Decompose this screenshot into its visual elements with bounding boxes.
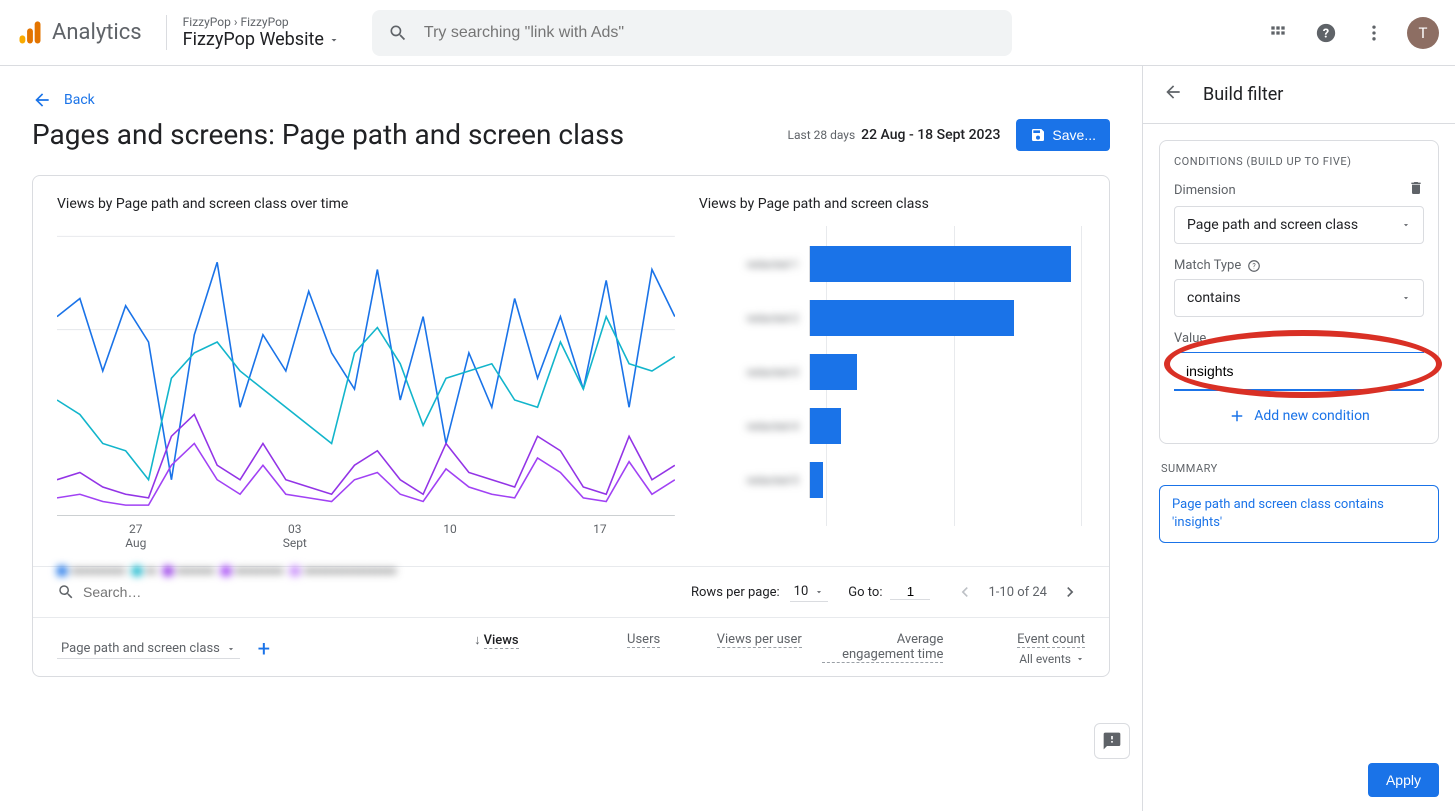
back-link[interactable]: Back	[32, 90, 95, 110]
help-icon[interactable]: ?	[1247, 259, 1261, 273]
caret-down-icon	[1401, 293, 1411, 303]
search-icon	[388, 23, 408, 43]
column-event-count[interactable]: Event count All events	[963, 632, 1085, 666]
avatar[interactable]: T	[1407, 17, 1439, 49]
column-views-per-user[interactable]: Views per user	[680, 632, 802, 666]
delete-condition-button[interactable]	[1408, 180, 1424, 200]
analytics-logo-icon	[16, 19, 44, 47]
column-users[interactable]: Users	[539, 632, 661, 666]
column-avg-engagement[interactable]: Average engagement time	[822, 632, 944, 666]
property-selector[interactable]: FizzyPop Website	[183, 29, 340, 50]
line-chart-legend: xxxxxxxxxx xx xxxxxxx xxxxxxxxx xxxxxxxx…	[57, 564, 675, 577]
goto-input[interactable]	[890, 584, 930, 600]
feedback-icon	[1102, 731, 1122, 751]
column-views[interactable]: ↓Views	[397, 632, 519, 666]
bar-chart-title: Views by Page path and screen class	[699, 196, 1085, 212]
breadcrumb[interactable]: FizzyPop › FizzyPop	[183, 15, 340, 29]
match-type-select[interactable]: contains	[1174, 279, 1424, 317]
arrow-left-icon	[1163, 82, 1183, 102]
panel-title: Build filter	[1203, 84, 1283, 105]
bar-row: redacted-3	[699, 354, 1085, 390]
arrow-left-icon	[32, 90, 52, 110]
bar-row: redacted-5	[699, 462, 1085, 498]
save-icon	[1030, 127, 1046, 143]
plus-icon	[1228, 407, 1246, 425]
svg-text:?: ?	[1323, 26, 1329, 41]
bar-row: redacted-1	[699, 246, 1085, 282]
next-page-button[interactable]	[1055, 577, 1085, 607]
more-vert-icon[interactable]	[1359, 18, 1389, 48]
match-type-label: Match Type	[1174, 258, 1241, 273]
conditions-title: Conditions (build up to five)	[1174, 155, 1424, 168]
bar-row: redacted-2	[699, 300, 1085, 336]
dimension-selector[interactable]: Page path and screen class	[57, 639, 240, 659]
summary-label: Summary	[1161, 462, 1437, 475]
rows-per-page-label: Rows per page:	[691, 585, 780, 600]
prev-page-button[interactable]	[950, 577, 980, 607]
caret-down-icon	[1075, 654, 1085, 664]
feedback-button[interactable]	[1094, 723, 1130, 759]
panel-back-button[interactable]	[1163, 82, 1183, 107]
value-input[interactable]	[1174, 352, 1424, 391]
event-count-filter[interactable]: All events	[963, 652, 1085, 666]
apply-button[interactable]: Apply	[1368, 763, 1439, 797]
dimension-label: Dimension	[1174, 183, 1236, 198]
add-dimension-button[interactable]: +	[250, 635, 278, 663]
save-button[interactable]: Save...	[1016, 119, 1110, 151]
search-input[interactable]	[424, 24, 996, 42]
caret-down-icon	[226, 644, 236, 654]
bar-chart: redacted-1 redacted-2 redacted-3 redacted-4…	[699, 226, 1085, 516]
search-box[interactable]	[372, 10, 1012, 56]
pager-text: 1-10 of 24	[988, 585, 1047, 600]
caret-down-icon	[814, 587, 824, 597]
table-search-input[interactable]	[83, 584, 264, 600]
summary-chip[interactable]: Page path and screen class contains 'ins…	[1159, 485, 1439, 543]
search-icon	[57, 583, 75, 601]
bar-row: redacted-4	[699, 408, 1085, 444]
goto-label: Go to:	[848, 585, 882, 600]
add-condition-button[interactable]: Add new condition	[1174, 397, 1424, 425]
line-chart	[57, 226, 675, 516]
help-icon[interactable]: ?	[1311, 18, 1341, 48]
caret-down-icon	[328, 34, 340, 46]
rows-per-page-select[interactable]: 10	[790, 582, 829, 602]
dimension-select[interactable]: Page path and screen class	[1174, 206, 1424, 244]
value-label: Value	[1174, 331, 1206, 346]
apps-icon[interactable]	[1263, 18, 1293, 48]
svg-text:?: ?	[1253, 262, 1257, 270]
line-chart-title: Views by Page path and screen class over…	[57, 196, 675, 212]
page-title: Pages and screens: Page path and screen …	[32, 118, 624, 151]
date-range-picker[interactable]: Last 28 days 22 Aug - 18 Sept 2023	[788, 127, 1001, 143]
app-name: Analytics	[52, 20, 142, 45]
caret-down-icon	[1401, 220, 1411, 230]
trash-icon	[1408, 180, 1424, 196]
